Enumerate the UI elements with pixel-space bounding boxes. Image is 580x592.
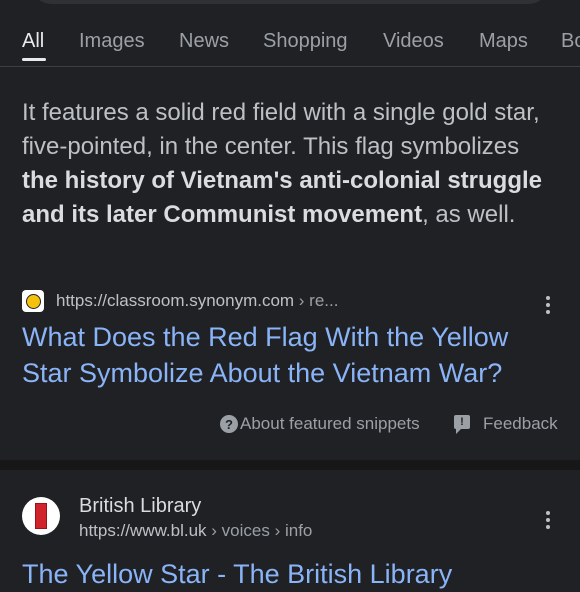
featured-result-title[interactable]: What Does the Red Flag With the Yellow S… [22, 319, 542, 391]
help-icon: ? [220, 415, 238, 433]
tab-maps[interactable]: Maps [479, 28, 528, 54]
result-site-url[interactable]: https://www.bl.uk › voices › info [79, 521, 312, 541]
tab-videos[interactable]: Videos [383, 28, 444, 54]
search-bar[interactable] [30, 0, 550, 4]
featured-result-title-line2: Star Symbolize About the Vietnam War? [22, 358, 503, 388]
search-tabs: All Images News Shopping Videos Maps Bo [0, 28, 580, 64]
snippet-text-end: , as well. [422, 201, 516, 228]
yellow-circle-icon [22, 290, 44, 312]
source-url-domain: https://classroom.synonym.com [56, 291, 295, 310]
results-divider [0, 460, 580, 470]
active-tab-indicator [22, 58, 46, 61]
source-url-breadcrumb: › re... [294, 291, 339, 310]
result-site-url-domain: https://www.bl.uk [79, 521, 207, 540]
snippet-text-start: It features a solid red field with a sin… [22, 99, 540, 160]
more-options-icon[interactable] [545, 511, 551, 529]
about-featured-snippets-link[interactable]: ? About featured snippets [220, 414, 420, 434]
feedback-icon: ! [454, 415, 470, 434]
british-library-icon [22, 497, 60, 535]
tab-news[interactable]: News [179, 28, 229, 54]
tab-shopping[interactable]: Shopping [263, 28, 348, 54]
source-url: https://classroom.synonym.com › re... [56, 291, 338, 311]
result-site-url-breadcrumb: › voices › info [206, 521, 313, 540]
tab-images[interactable]: Images [79, 28, 145, 54]
more-options-icon[interactable] [545, 296, 551, 314]
featured-result-title-line1: What Does the Red Flag With the Yellow [22, 322, 509, 352]
about-featured-snippets-label: About featured snippets [240, 414, 420, 433]
feedback-label: Feedback [483, 414, 558, 433]
result-site-name[interactable]: British Library [79, 495, 201, 518]
tabs-divider [0, 66, 580, 67]
feedback-link[interactable]: ! Feedback [454, 414, 558, 434]
snippet-footer: ? About featured snippets ! Feedback [0, 414, 580, 438]
featured-source-row[interactable]: https://classroom.synonym.com › re... [22, 289, 338, 313]
tab-books[interactable]: Bo [561, 28, 580, 54]
featured-snippet-text: It features a solid red field with a sin… [22, 96, 542, 232]
second-result-title[interactable]: The Yellow Star - The British Library [22, 556, 542, 592]
tab-all[interactable]: All [22, 28, 44, 54]
